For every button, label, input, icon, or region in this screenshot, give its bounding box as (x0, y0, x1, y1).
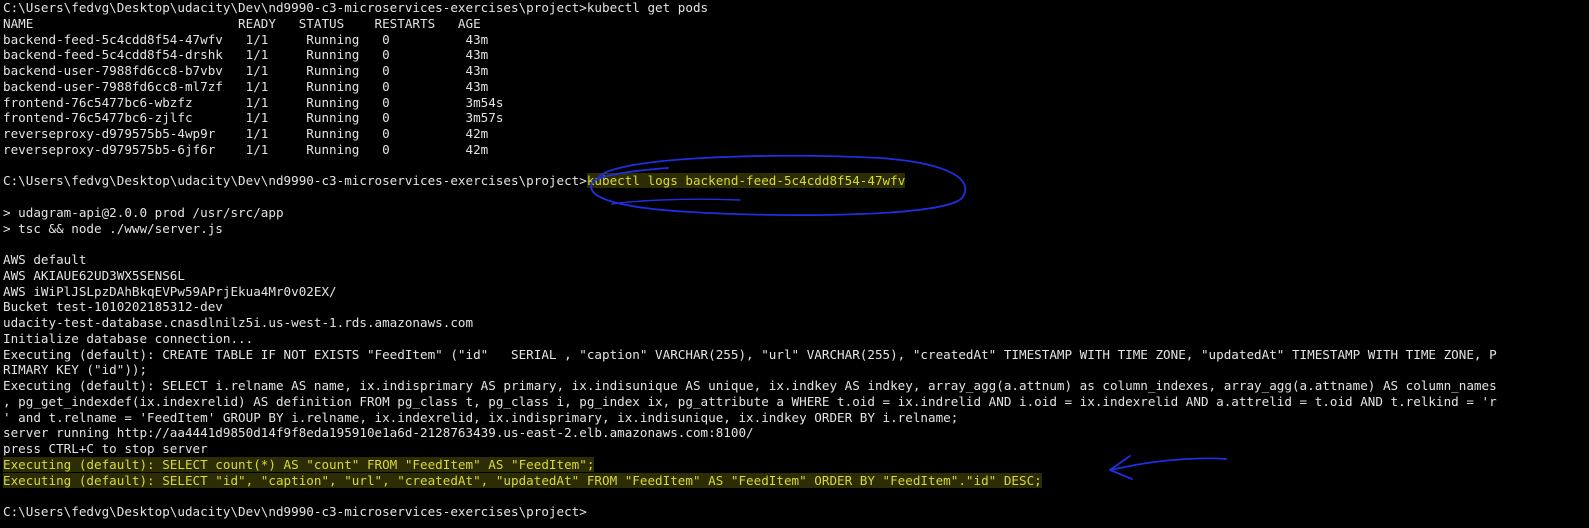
terminal-line: press CTRL+C to stop server (0, 441, 1589, 457)
terminal-line: > tsc && node ./www/server.js (0, 221, 1589, 237)
terminal-line-text: Bucket test-1010202185312-dev (3, 299, 223, 315)
terminal-line: NAME READY STATUS RESTARTS AGE (0, 16, 1589, 32)
terminal-line: reverseproxy-d979575b5-4wp9r 1/1 Running… (0, 126, 1589, 142)
terminal-line: Executing (default): SELECT "id", "capti… (0, 472, 1589, 489)
terminal-line-text: reverseproxy-d979575b5-6jf6r 1/1 Running… (3, 141, 489, 157)
terminal-line-text: ' and t.relname = 'FeedItem' GROUP BY i.… (3, 409, 959, 425)
terminal-line-text: C:\Users\fedvg\Desktop\udacity\Dev\nd999… (3, 504, 587, 519)
terminal-line: Initialize database connection... (0, 331, 1589, 347)
terminal-line-text: Initialize database connection... (3, 330, 254, 346)
terminal-line-text: backend-user-7988fd6cc8-ml7zf 1/1 Runnin… (3, 78, 489, 94)
terminal-line: Bucket test-1010202185312-dev (0, 299, 1589, 315)
terminal-line-text: AWS default (3, 252, 87, 267)
terminal-line-text: Executing (default): SELECT i.relname AS… (3, 378, 1497, 393)
terminal-line: C:\Users\fedvg\Desktop\udacity\Dev\nd999… (0, 173, 1589, 189)
terminal-line-text: udacity-test-database.cnasdlnilz5i.us-we… (3, 315, 474, 330)
terminal-line: , pg_get_indexdef(ix.indexrelid) AS defi… (0, 394, 1589, 410)
terminal-line-text: Executing (default): SELECT count(*) AS … (3, 456, 595, 472)
terminal-line-text: backend-feed-5c4cdd8f54-drshk 1/1 Runnin… (3, 47, 489, 63)
terminal-line-text: C:\Users\fedvg\Desktop\udacity\Dev\nd999… (3, 0, 709, 15)
terminal-line: backend-feed-5c4cdd8f54-drshk 1/1 Runnin… (0, 47, 1589, 63)
terminal-line: C:\Users\fedvg\Desktop\udacity\Dev\nd999… (0, 504, 1589, 520)
terminal-line: AWS default (0, 252, 1589, 268)
terminal-line-text: C:\Users\fedvg\Desktop\udacity\Dev\nd999… (3, 173, 587, 189)
terminal-line: backend-user-7988fd6cc8-b7vbv 1/1 Runnin… (0, 63, 1589, 79)
terminal-line-text: Executing (default): CREATE TABLE IF NOT… (3, 346, 1497, 362)
terminal-line: Executing (default): CREATE TABLE IF NOT… (0, 347, 1589, 363)
highlighted-command: kubectl logs backend-feed-5c4cdd8f54-47w… (586, 173, 906, 189)
terminal-line-text: RIMARY KEY ("id")); (3, 362, 148, 378)
terminal-line-text: AWS AKIAUE62UD3WX5SENS6L (3, 267, 185, 283)
terminal-line: > udagram-api@2.0.0 prod /usr/src/app (0, 205, 1589, 221)
terminal-line-text: , pg_get_indexdef(ix.indexrelid) AS defi… (3, 393, 1497, 409)
terminal-line-text: AWS iWiPlJSLpzDAhBkqEVPw59APrjEkua4Mr0v0… (3, 283, 337, 299)
terminal-line: backend-user-7988fd6cc8-ml7zf 1/1 Runnin… (0, 79, 1589, 95)
terminal-line: frontend-76c5477bc6-zjlfc 1/1 Running 0 … (0, 110, 1589, 126)
terminal-line-text: backend-user-7988fd6cc8-b7vbv 1/1 Runnin… (3, 63, 489, 78)
terminal-line: Executing (default): SELECT count(*) AS … (0, 456, 1589, 473)
terminal-line-text: press CTRL+C to stop server (3, 441, 208, 456)
terminal-line-text: NAME READY STATUS RESTARTS AGE (3, 15, 481, 31)
terminal-line: server running http://aa4441d9850d14f9f8… (0, 425, 1589, 441)
terminal-line: AWS AKIAUE62UD3WX5SENS6L (0, 268, 1589, 284)
terminal-line: frontend-76c5477bc6-wbzfz 1/1 Running 0 … (0, 95, 1589, 111)
terminal-line-text: > tsc && node ./www/server.js (3, 220, 223, 236)
terminal-line: backend-feed-5c4cdd8f54-47wfv 1/1 Runnin… (0, 32, 1589, 48)
terminal-line: AWS iWiPlJSLpzDAhBkqEVPw59APrjEkua4Mr0v0… (0, 284, 1589, 300)
terminal-line-text: backend-feed-5c4cdd8f54-47wfv 1/1 Runnin… (3, 31, 489, 47)
terminal-window[interactable]: C:\Users\fedvg\Desktop\udacity\Dev\nd999… (0, 0, 1589, 528)
terminal-line-text: frontend-76c5477bc6-wbzfz 1/1 Running 0 … (3, 94, 504, 110)
terminal-line-text: frontend-76c5477bc6-zjlfc 1/1 Running 0 … (3, 110, 504, 126)
terminal-line: reverseproxy-d979575b5-6jf6r 1/1 Running… (0, 142, 1589, 158)
terminal-line-text: reverseproxy-d979575b5-4wp9r 1/1 Running… (3, 126, 489, 141)
terminal-line-text: Executing (default): SELECT "id", "capti… (3, 472, 1042, 488)
terminal-line-text: server running http://aa4441d9850d14f9f8… (3, 425, 754, 441)
terminal-output: C:\Users\fedvg\Desktop\udacity\Dev\nd999… (0, 0, 1589, 520)
terminal-line: C:\Users\fedvg\Desktop\udacity\Dev\nd999… (0, 0, 1589, 16)
terminal-line: udacity-test-database.cnasdlnilz5i.us-we… (0, 315, 1589, 331)
terminal-line: ' and t.relname = 'FeedItem' GROUP BY i.… (0, 410, 1589, 426)
terminal-line: Executing (default): SELECT i.relname AS… (0, 378, 1589, 394)
terminal-line: RIMARY KEY ("id")); (0, 362, 1589, 378)
terminal-line-text: > udagram-api@2.0.0 prod /usr/src/app (3, 204, 284, 220)
